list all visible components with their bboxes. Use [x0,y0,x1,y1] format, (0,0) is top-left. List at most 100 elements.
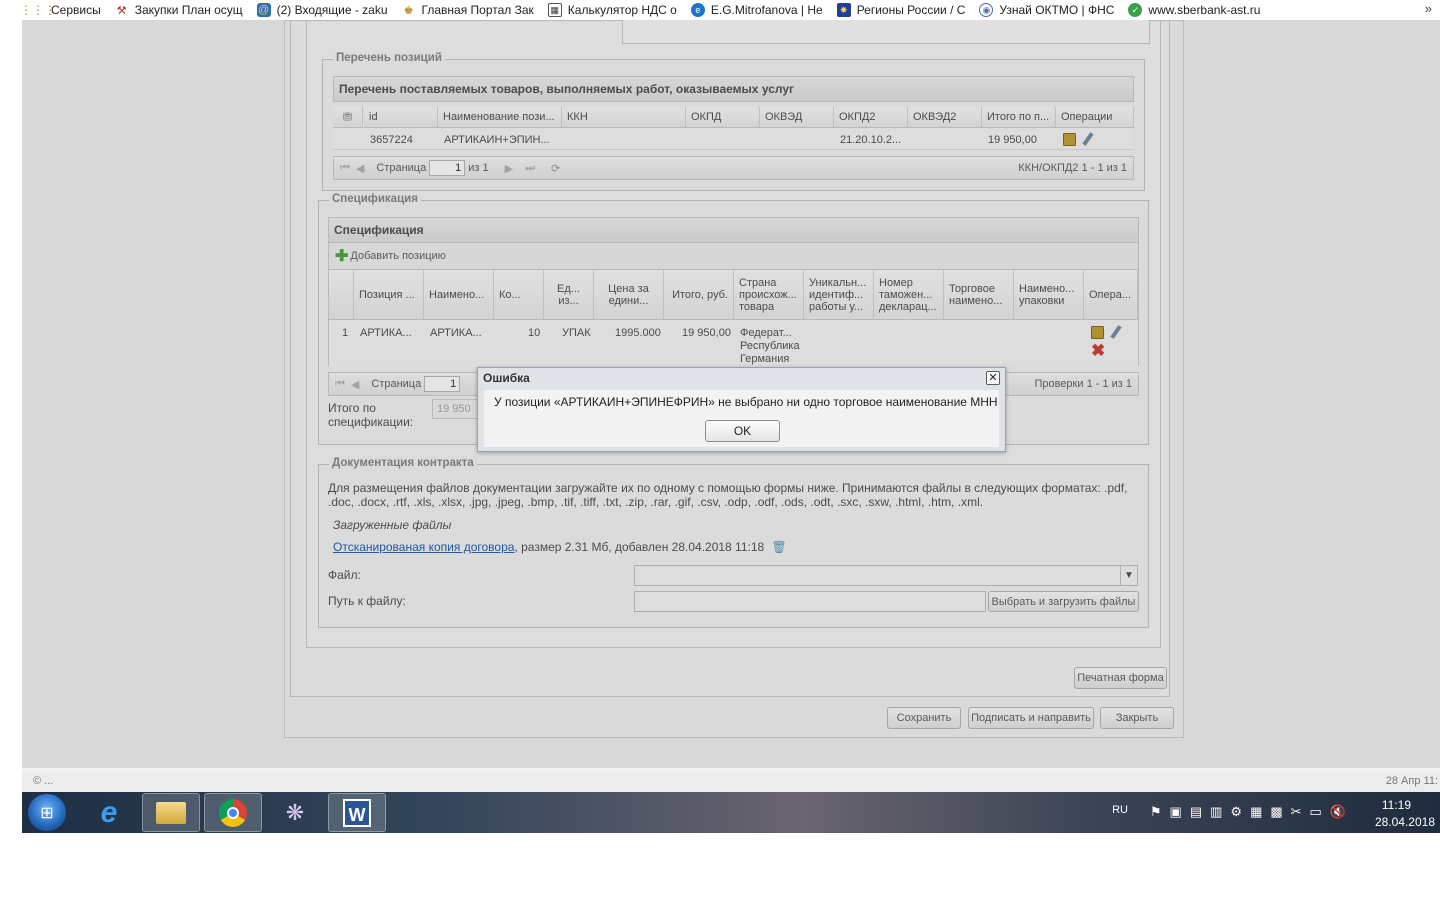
col-okved2[interactable]: ОКВЭД2 [908,107,982,128]
dialog-message: У позиции «АРТИКАИН+ЭПИНЕФРИН» не выбран… [494,395,998,409]
print-form-button[interactable]: Печатная форма [1074,667,1167,689]
ie-icon: e [100,795,118,829]
flag-icon: ✸ [836,3,851,17]
positions-summary: ККН/ОКПД2 1 - 1 из 1 [1018,162,1127,174]
taskbar-ie[interactable]: e [80,793,138,832]
delete-icon[interactable]: ✖ [1091,341,1105,361]
spec-legend: Спецификация [329,193,421,205]
add-position-button[interactable]: ✚ Добавить позицию [335,246,446,266]
col-operations[interactable]: Операции [1056,107,1134,128]
taskbar-app[interactable]: ❋ [266,793,324,832]
spec-cell-total: 19 950,00 [682,327,731,339]
language-indicator[interactable]: RU [1112,804,1128,816]
ok-button[interactable]: OK [705,420,780,442]
col-id[interactable]: id [364,107,438,128]
spec-col-qty[interactable]: Ко... [494,270,544,320]
taskbar-word[interactable]: W [328,793,386,832]
path-label: Путь к файлу: [328,594,406,608]
bookmark-item[interactable]: ✸ Регионы России / С [836,3,966,17]
bookmark-item[interactable]: ◉ Узнай ОКТМО | ФНС [979,3,1114,17]
page-input[interactable]: 1 [429,160,466,176]
col-kkn[interactable]: ККН [562,107,686,128]
mail-icon: @ [256,3,271,17]
bookmark-item[interactable]: ▦ Калькулятор НДС о [547,3,677,17]
spec-col-total[interactable]: Итого, руб. [664,270,734,320]
spec-col-unit[interactable]: Ед... из... [544,270,594,320]
col-okpd[interactable]: ОКПД [686,107,760,128]
delete-file-icon[interactable]: 🗑 [772,540,787,554]
bookmark-item[interactable]: ♚ Главная Портал Зак [402,3,534,17]
cell-id: 3657224 [370,134,413,146]
filter-icon-col[interactable]: ⛃ [333,107,363,128]
bookmark-label: Регионы России / С [856,3,966,17]
start-button[interactable]: ⊞ [28,794,66,831]
clock-time[interactable]: 11:19 [1382,798,1411,812]
emblem-icon: ♚ [403,4,414,17]
prev-page-icon[interactable]: ◀ [351,378,359,391]
clock-date[interactable]: 28.04.2018 [1375,815,1435,829]
spec-cell-price: 1995.000 [615,327,661,339]
prev-page-icon[interactable]: ◀ [356,162,364,175]
tray-icons[interactable]: ⚑▣▤▥⚙▦▩✂▭🔇 [1150,804,1354,820]
col-total[interactable]: Итого по п... [982,107,1056,128]
spec-col-unique-id[interactable]: Уникальн... идентиф... работы у... [804,270,874,320]
page-label: Страница [371,378,422,390]
bookmark-item[interactable]: @ (2) Входящие - zaku [256,3,388,17]
bookmarks-overflow-button[interactable]: » [1425,1,1432,16]
status-left: © ... [33,775,54,787]
spec-col-price[interactable]: Цена за едини... [594,270,664,320]
positions-grid-title: Перечень поставляемых товаров, выполняем… [333,76,1134,102]
apps-grid-icon: ⋮⋮⋮ [20,3,56,17]
taskbar-explorer[interactable] [142,793,200,832]
bookmark-item[interactable]: ⚒ Закупки План осущ [115,3,243,17]
file-select[interactable]: ▼ [634,565,1138,586]
error-dialog: Ошибка ✕ У позиции «АРТИКАИН+ЭПИНЕФРИН» … [477,367,1006,452]
ie-icon: e [690,3,705,17]
first-page-icon[interactable]: ⏮ [340,162,350,175]
spec-col-name[interactable]: Наимено... [424,270,494,320]
plus-icon: ✚ [335,248,349,265]
sberbank-icon: ✓ [1128,3,1143,17]
close-button[interactable]: Закрыть [1100,707,1174,729]
bookmark-label: Калькулятор НДС о [567,3,677,17]
upload-files-button[interactable]: Выбрать и загрузить файлы [988,591,1139,612]
spec-col-ops[interactable]: Опера... [1084,270,1138,320]
spec-total-label-2: спецификации: [328,415,414,429]
spec-col-country[interactable]: Страна происхож... товара [734,270,804,320]
bookmark-item[interactable]: ✓ www.sberbank-ast.ru [1128,3,1260,17]
book-icon[interactable] [1091,326,1104,339]
col-name[interactable]: Наименование пози... [438,107,562,128]
uploaded-file-link[interactable]: Отсканированая копия договора [333,540,514,554]
uploaded-file-info: , размер 2.31 Мб, добавлен 28.04.2018 11… [514,540,765,554]
word-icon: W [343,798,371,827]
page-label: Страница [376,162,427,174]
col-okpd2[interactable]: ОКПД2 [834,107,908,128]
first-page-icon[interactable]: ⏮ [335,378,345,391]
col-okved[interactable]: ОКВЭД [760,107,834,128]
dialog-title: Ошибка [483,371,530,385]
page-of: из 1 [468,162,489,174]
status-right: 28 Апр 11: [1385,775,1438,787]
spec-cell-unit: УПАК [562,327,591,339]
spec-col-pos[interactable]: Позиция ... [354,270,424,320]
save-button[interactable]: Сохранить [887,707,961,729]
book-icon[interactable] [1063,133,1076,146]
fns-icon: ◉ [979,3,994,17]
path-input[interactable] [634,591,986,612]
bookmark-apps[interactable]: ⋮⋮⋮ Сервисы [20,3,101,17]
page-input[interactable]: 1 [424,376,461,392]
spec-col-trade-name[interactable]: Торговое наимено... [944,270,1014,320]
taskbar-chrome[interactable] [204,793,262,832]
refresh-icon[interactable]: ⟳ [551,162,560,175]
close-icon[interactable]: ✕ [986,371,1000,385]
next-page-icon[interactable]: ▶ [505,162,513,175]
chevron-down-icon: ▼ [1120,566,1137,585]
bookmark-item[interactable]: e E.G.Mitrofanova | Не [690,3,823,17]
uploaded-files-label: Загруженные файлы [333,518,452,532]
spec-summary: Проверки 1 - 1 из 1 [1034,378,1132,390]
spec-col-package[interactable]: Наимено... упаковки [1014,270,1084,320]
sign-send-button[interactable]: Подписать и направить [968,707,1094,729]
last-page-icon[interactable]: ⏭ [525,162,535,175]
taskbar: ⊞ e ❋ W RU ⚑▣▤▥⚙▦▩✂▭🔇 11:19 28.04.2018 [22,792,1440,833]
spec-col-customs[interactable]: Номер таможен... декларац... [874,270,944,320]
